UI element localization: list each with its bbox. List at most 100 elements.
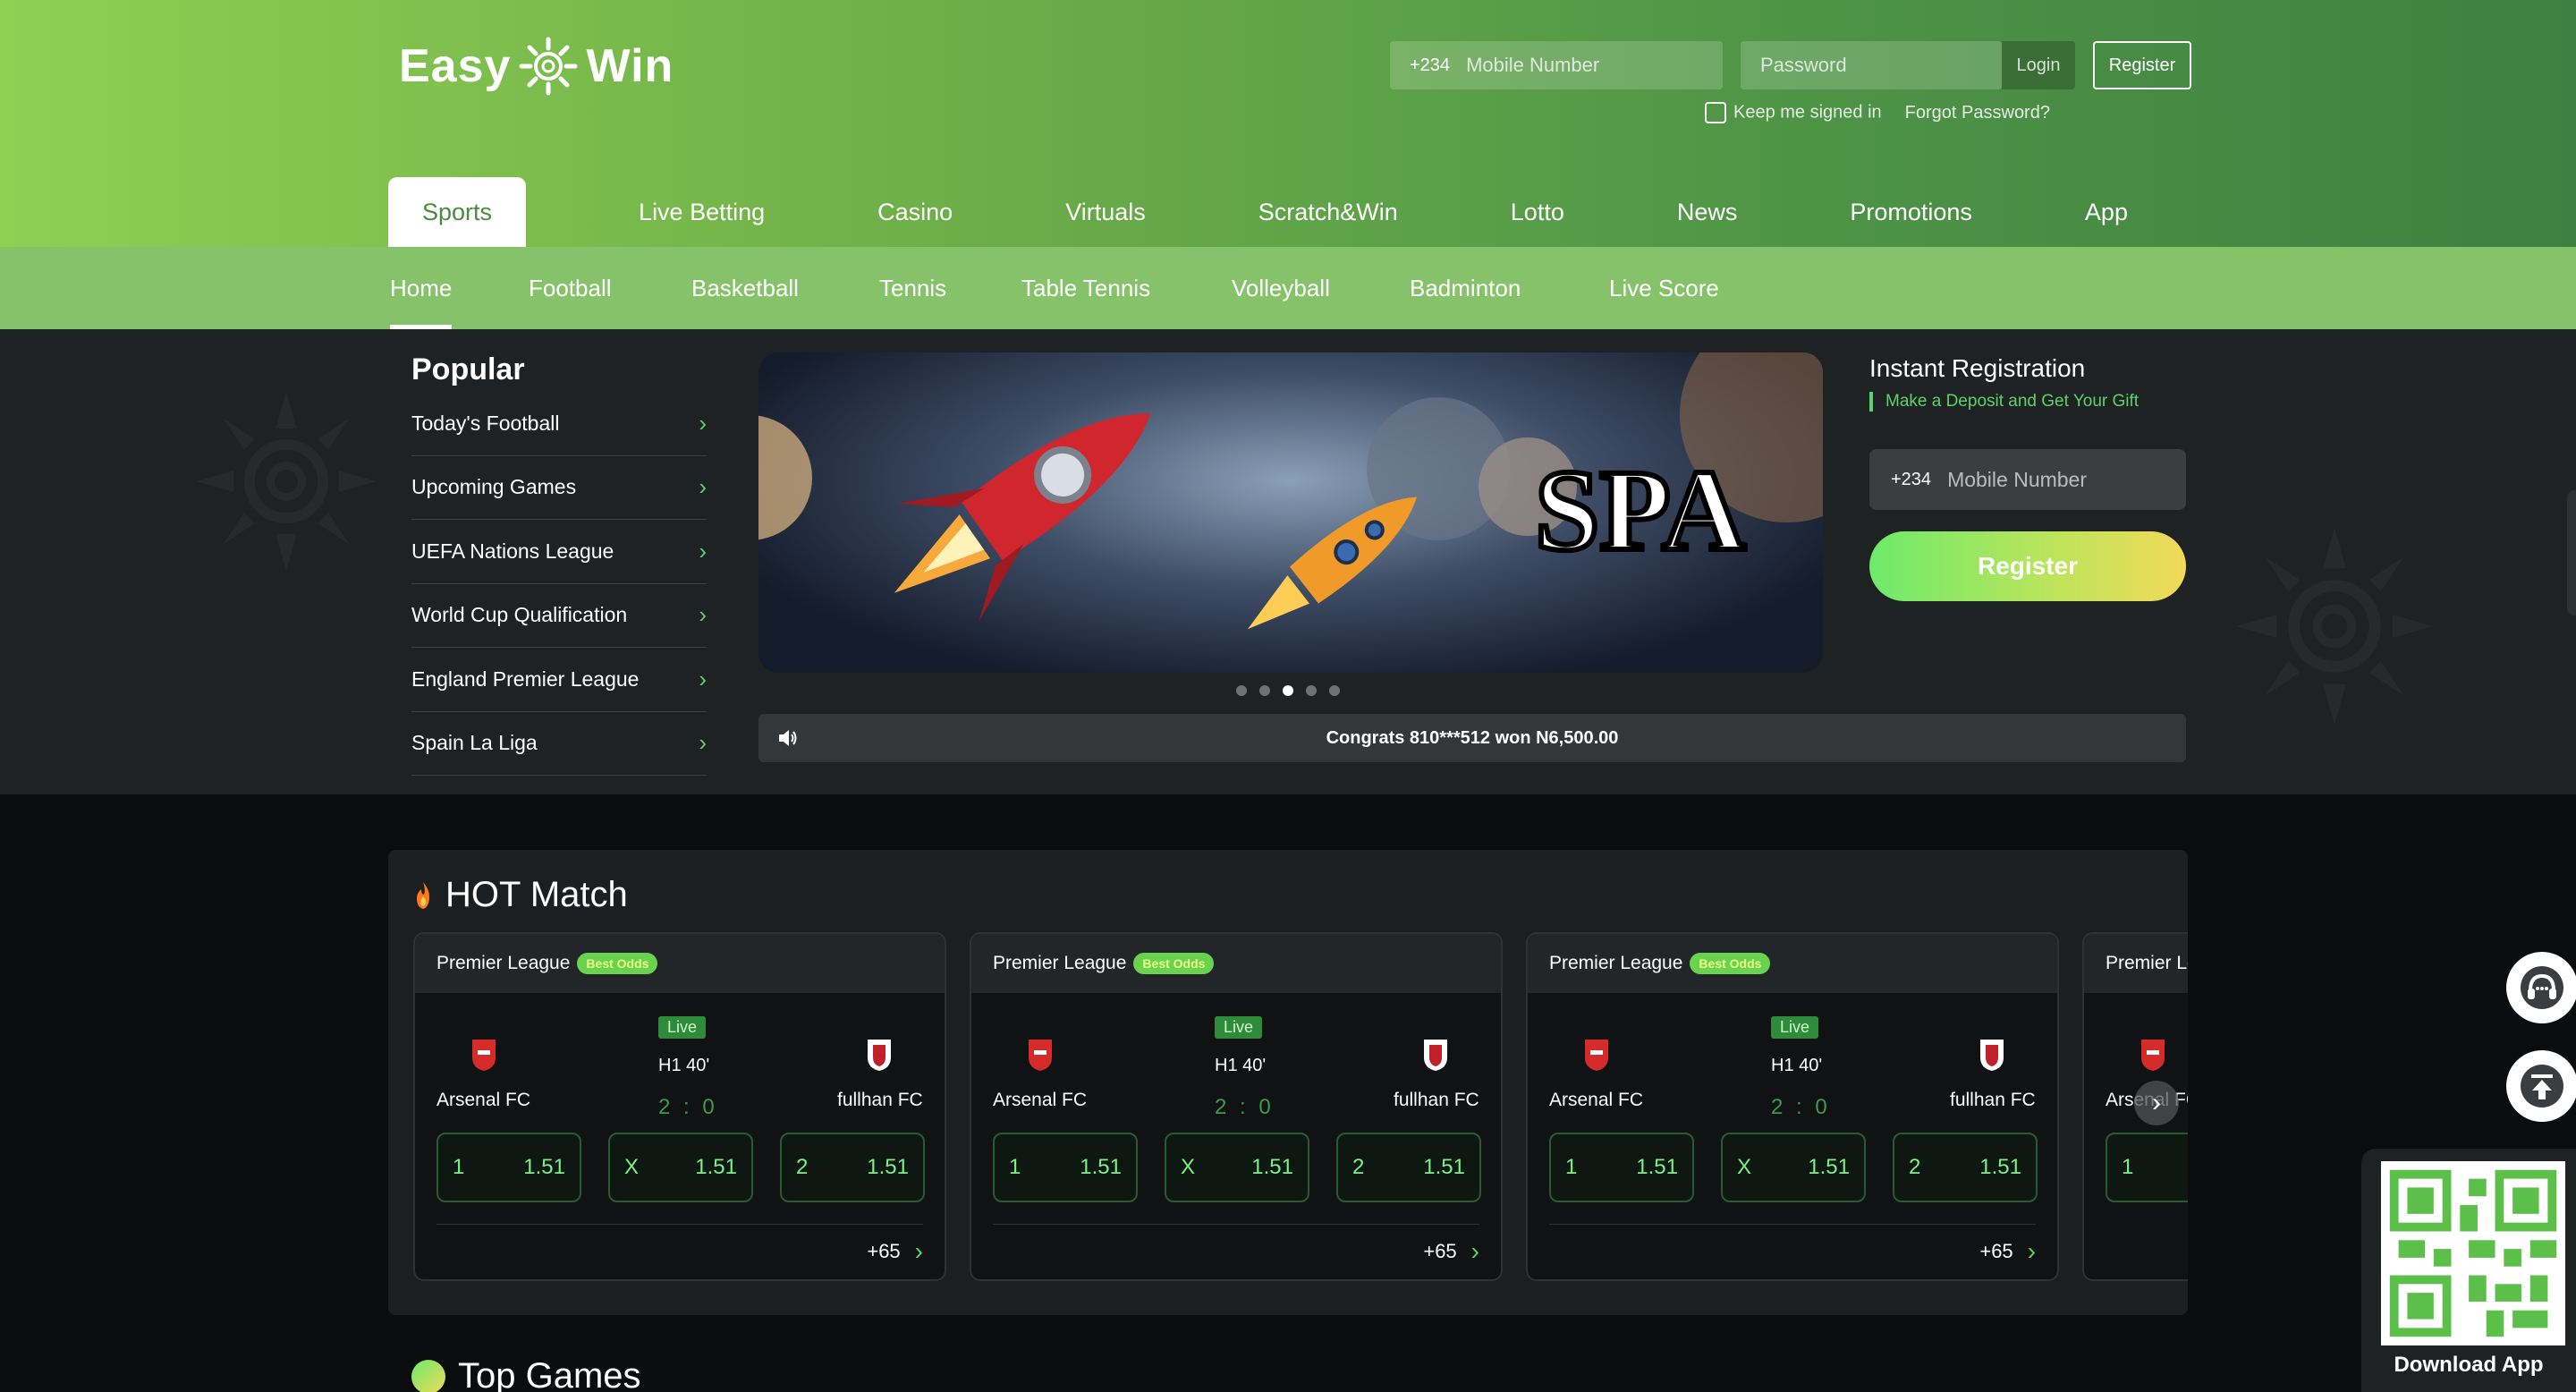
odds-key: 1 xyxy=(453,1155,465,1179)
subnav-table-tennis[interactable]: Table Tennis xyxy=(1021,247,1150,329)
register-button[interactable]: Register xyxy=(2093,41,2191,89)
odds-key: X xyxy=(1737,1155,1752,1179)
scroll-to-top-button[interactable] xyxy=(2506,1050,2576,1122)
arrow-up-icon xyxy=(2521,1065,2563,1108)
popular-item-todays-football[interactable]: Today's Football › xyxy=(411,392,707,456)
popular-item-label: World Cup Qualification xyxy=(411,603,628,627)
odds-button-home[interactable]: 1 xyxy=(2106,1133,2188,1202)
mobile-number-input[interactable]: +234 Mobile Number xyxy=(1390,41,1723,89)
nav-sports[interactable]: Sports xyxy=(388,177,527,247)
keep-signed-in-checkbox[interactable] xyxy=(1705,102,1726,123)
away-team: fullhan FC xyxy=(1950,1090,2036,1110)
speaker-icon xyxy=(779,730,797,746)
keep-signed-in-toggle[interactable]: Keep me signed in xyxy=(1705,102,1882,123)
odds-key: X xyxy=(1181,1155,1196,1179)
odds-button-draw[interactable]: X 1.51 xyxy=(1165,1133,1309,1202)
odds-value: 1.51 xyxy=(695,1155,737,1179)
banner-dot[interactable] xyxy=(1306,685,1317,696)
popular-item-world-cup-qualification[interactable]: World Cup Qualification › xyxy=(411,584,707,648)
chevron-right-icon: › xyxy=(699,409,707,437)
best-odds-badge: Best Odds xyxy=(577,953,658,974)
registration-mobile-input[interactable]: +234 Mobile Number xyxy=(1869,449,2186,510)
more-markets-link[interactable]: +65 › xyxy=(993,1224,1479,1277)
odds-button-away[interactable]: 2 1.51 xyxy=(1893,1133,2038,1202)
home-team: Arsenal FC xyxy=(1549,1090,1644,1110)
banner-text: SPA xyxy=(1535,446,1746,575)
odds-button-away[interactable]: 2 1.51 xyxy=(1336,1133,1481,1202)
odds-button-draw[interactable]: X 1.51 xyxy=(1721,1133,1866,1202)
brand-logo[interactable]: Easy Win xyxy=(399,32,674,100)
promo-banner[interactable]: SPA xyxy=(758,352,1823,673)
forgot-password-link[interactable]: Forgot Password? xyxy=(1905,103,2050,123)
qr-code-icon xyxy=(2381,1161,2565,1345)
popular-item-spain-la-liga[interactable]: Spain La Liga › xyxy=(411,712,707,776)
banner-dot[interactable] xyxy=(1236,685,1247,696)
match-card[interactable]: Premier League Best Odds Arsenal FC Live… xyxy=(970,932,1503,1281)
subnav-tennis[interactable]: Tennis xyxy=(879,247,946,329)
nav-scratch-win[interactable]: Scratch&Win xyxy=(1258,177,1398,247)
keep-signed-in-label: Keep me signed in xyxy=(1733,102,1882,123)
nav-promotions[interactable]: Promotions xyxy=(1850,177,1972,247)
subnav-home[interactable]: Home xyxy=(390,247,453,329)
odds-button-home[interactable]: 1 1.51 xyxy=(993,1133,1138,1202)
login-form: +234 Mobile Number Password Login Regist… xyxy=(1390,41,2191,89)
password-input[interactable]: Password xyxy=(1741,41,2002,89)
nav-casino[interactable]: Casino xyxy=(877,177,953,247)
top-games-header: Top Games xyxy=(411,1356,641,1392)
popular-item-upcoming-games[interactable]: Upcoming Games › xyxy=(411,456,707,520)
customer-support-button[interactable] xyxy=(2506,952,2576,1023)
nav-live-betting[interactable]: Live Betting xyxy=(639,177,765,247)
nav-app[interactable]: App xyxy=(2085,177,2128,247)
side-drawer-handle[interactable] xyxy=(2567,490,2576,615)
match-score: 2 : 0 xyxy=(1771,1095,1831,1119)
rocket-banner-image: SPA xyxy=(758,352,1823,630)
live-badge: Live xyxy=(658,1016,707,1039)
arsenal-crest-icon xyxy=(472,1040,496,1071)
carousel-next-button[interactable]: › xyxy=(2134,1081,2179,1125)
match-card[interactable]: Premier League Best Odds Arsenal FC Live… xyxy=(413,932,946,1281)
best-odds-badge: Best Odds xyxy=(1133,953,1215,974)
odds-button-draw[interactable]: X 1.51 xyxy=(608,1133,753,1202)
country-code: +234 xyxy=(1410,55,1451,75)
odds-button-home[interactable]: 1 1.51 xyxy=(436,1133,581,1202)
away-team: fullhan FC xyxy=(837,1090,923,1110)
popular-item-england-premier-league[interactable]: England Premier League › xyxy=(411,648,707,712)
nav-lotto[interactable]: Lotto xyxy=(1511,177,1564,247)
download-app-widget[interactable]: Download App xyxy=(2361,1149,2576,1392)
popular-item-label: Spain La Liga xyxy=(411,731,538,755)
odds-key: 2 xyxy=(796,1155,809,1179)
popular-item-uefa-nations-league[interactable]: UEFA Nations League › xyxy=(411,520,707,584)
odds-button-home[interactable]: 1 1.51 xyxy=(1549,1133,1694,1202)
subnav-badminton[interactable]: Badminton xyxy=(1410,247,1521,329)
odds-key: 1 xyxy=(1565,1155,1578,1179)
fire-icon xyxy=(417,881,429,909)
banner-dot[interactable] xyxy=(1259,685,1270,696)
banner-dot[interactable] xyxy=(1329,685,1340,696)
match-card[interactable]: Premier League Best Odds Arsenal FC Live… xyxy=(1526,932,2059,1281)
background-sun-icon xyxy=(197,392,376,571)
subnav-live-score[interactable]: Live Score xyxy=(1609,247,1719,329)
odds-button-away[interactable]: 2 1.51 xyxy=(780,1133,925,1202)
instant-register-button[interactable]: Register xyxy=(1869,531,2186,601)
subnav-volleyball[interactable]: Volleyball xyxy=(1232,247,1330,329)
nav-virtuals[interactable]: Virtuals xyxy=(1065,177,1146,247)
home-team: Arsenal FC xyxy=(436,1090,531,1110)
nav-news[interactable]: News xyxy=(1677,177,1738,247)
chevron-right-icon: › xyxy=(699,473,707,501)
subnav-football[interactable]: Football xyxy=(529,247,612,329)
popular-title: Popular xyxy=(411,352,525,386)
banner-dot-active[interactable] xyxy=(1283,685,1293,696)
match-period: H1 40' xyxy=(658,1056,710,1075)
odds-value: 1.51 xyxy=(1636,1155,1678,1179)
winners-ticker: Congrats 810***512 won N6,500.00 xyxy=(758,714,2186,762)
odds-value: 1.51 xyxy=(867,1155,909,1179)
more-markets-link[interactable]: +65 › xyxy=(1549,1224,2036,1277)
login-button[interactable]: Login xyxy=(2002,41,2075,89)
more-markets-link[interactable]: +65 › xyxy=(436,1224,923,1277)
match-period: H1 40' xyxy=(1215,1056,1267,1075)
logo-text-left: Easy xyxy=(399,40,512,92)
chevron-right-icon: › xyxy=(699,729,707,757)
odds-value: 1.51 xyxy=(1423,1155,1465,1179)
more-markets-count: +65 xyxy=(1979,1239,2013,1262)
subnav-basketball[interactable]: Basketball xyxy=(691,247,799,329)
